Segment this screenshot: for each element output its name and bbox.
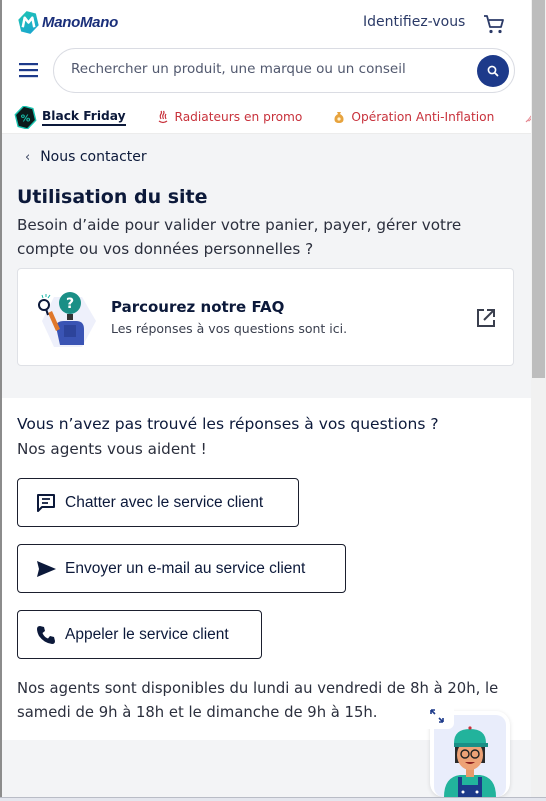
chevron-left-icon: ‹: [25, 149, 31, 165]
promo-label: Radiateurs en promo: [174, 110, 303, 124]
window-border-bottom: [0, 797, 546, 801]
svg-text:%: %: [21, 113, 31, 124]
heat-icon: [158, 110, 167, 124]
faq-title: Parcourez notre FAQ: [111, 298, 285, 316]
money-bag-icon: [334, 112, 344, 123]
page: ManoMano Identifiez-vous Rechercher un p…: [2, 0, 531, 797]
call-button-label: Appeler le service client: [65, 625, 229, 643]
rocket-icon: [525, 115, 531, 123]
hamburger-menu-icon[interactable]: [18, 60, 40, 80]
email-button[interactable]: Envoyer un e-mail au service client: [17, 544, 346, 593]
percent-badge-icon: %: [14, 105, 37, 129]
back-label: Nous contacter: [40, 149, 147, 165]
svg-text:?: ?: [66, 296, 74, 312]
contact-question: Vous n’avez pas trouvé les réponses à vo…: [17, 415, 439, 433]
send-icon: [37, 560, 56, 577]
contact-subtitle: Nos agents vous aident !: [17, 440, 207, 458]
page-subtitle: Besoin d’aide pour valider votre panier,…: [17, 216, 462, 258]
search-input[interactable]: [71, 61, 451, 77]
logo-text: ManoMano: [42, 14, 118, 31]
email-button-label: Envoyer un e-mail au service client: [65, 559, 306, 577]
promo-rocket[interactable]: [524, 110, 531, 124]
cart-icon[interactable]: [482, 12, 506, 36]
scrollbar-thumb[interactable]: [532, 0, 545, 378]
faq-illustration-icon: ?: [38, 292, 96, 347]
chat-button-label: Chatter avec le service client: [65, 493, 264, 511]
faq-subtitle: Les réponses à vos questions sont ici.: [111, 321, 348, 336]
chat-icon: [37, 493, 55, 512]
chat-button[interactable]: Chatter avec le service client: [17, 478, 299, 527]
external-link-icon[interactable]: [475, 307, 497, 329]
page-title: Utilisation du site: [17, 186, 208, 208]
search-bar: [53, 48, 515, 93]
call-button[interactable]: Appeler le service client: [17, 610, 262, 659]
window-border-left: [0, 0, 2, 801]
manomano-logo[interactable]: ManoMano: [17, 11, 118, 34]
promo-anti-inflation[interactable]: Opération Anti-Inflation: [332, 110, 494, 124]
phone-icon: [37, 625, 55, 644]
site-header: ManoMano Identifiez-vous Rechercher un p…: [2, 0, 531, 134]
faq-card[interactable]: ? Parcourez notre FAQ Les réponses à vos…: [17, 268, 514, 366]
promo-nav: % Black Friday Radiateurs en promo Opéra…: [2, 100, 531, 134]
promo-label: Black Friday: [42, 109, 126, 126]
logo-badge-icon: [18, 11, 39, 34]
promo-radiateurs[interactable]: Radiateurs en promo: [156, 110, 303, 124]
expand-icon: [430, 709, 444, 723]
search-icon: [487, 65, 499, 77]
page-scrollbar[interactable]: [531, 0, 546, 797]
search-button[interactable]: [477, 55, 509, 87]
promo-label: Opération Anti-Inflation: [351, 110, 495, 124]
back-link[interactable]: ‹ Nous contacter: [25, 149, 147, 165]
promo-black-friday[interactable]: % Black Friday: [14, 105, 126, 129]
expand-chat-button[interactable]: [420, 703, 454, 729]
contact-section: Vous n’avez pas trouvé les réponses à vo…: [2, 398, 531, 740]
signin-link[interactable]: Identifiez-vous: [363, 14, 465, 30]
